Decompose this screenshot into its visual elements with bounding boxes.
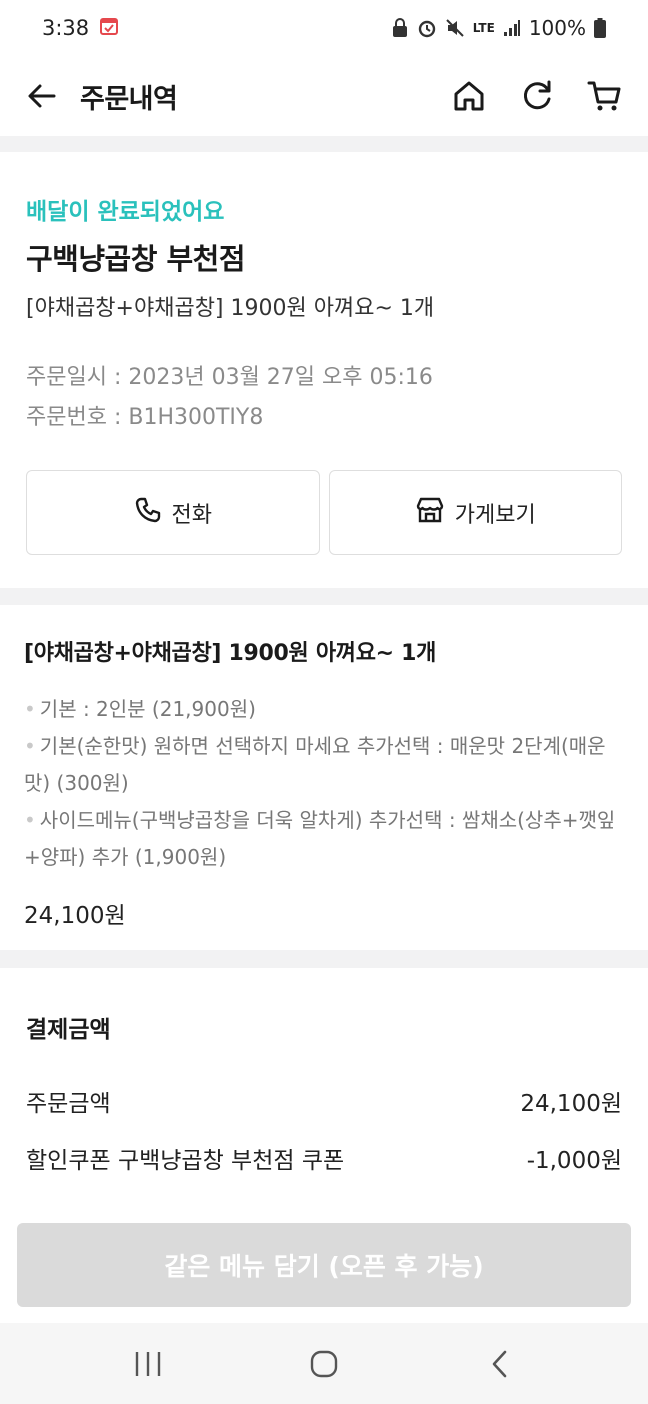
- view-store-button[interactable]: 가게보기: [328, 470, 622, 555]
- order-number: 주문번호 : B1H300TIY8: [26, 405, 264, 430]
- section-divider: [0, 136, 648, 152]
- battery-level: 100%: [528, 16, 586, 40]
- phone-icon: [134, 496, 162, 530]
- alarm-icon: [417, 18, 437, 38]
- menu-option: • 기본(순한맛) 원하면 선택하지 마세요 추가선택 : 매운맛 2단계(매운맛…: [24, 734, 606, 795]
- menu-detail-card: [야채곱창+야채곱창] 1900원 아껴요~ 1개 • 기본 : 2인분 (21,…: [0, 605, 648, 950]
- payment-row-label: 주문금액: [26, 1090, 111, 1117]
- back-nav-icon[interactable]: [470, 1339, 530, 1389]
- section-divider: [0, 950, 648, 968]
- reorder-button[interactable]: 같은 메뉴 담기 (오픈 후 가능): [17, 1223, 631, 1307]
- order-date: 주문일시 : 2023년 03월 27일 오후 05:16: [26, 365, 433, 390]
- cart-icon[interactable]: [584, 75, 626, 117]
- call-button-label: 전화: [171, 502, 212, 528]
- order-summary-card: 배달이 완료되었어요 구백냥곱창 부천점 [야채곱창+야채곱창] 1900원 아…: [0, 152, 648, 588]
- payment-row-value: 24,100원: [520, 1090, 622, 1117]
- payment-title: 결제금액: [26, 1017, 111, 1043]
- lock-icon: [391, 18, 409, 38]
- calendar-icon: [99, 16, 119, 41]
- payment-row-value: -1,000원: [526, 1147, 622, 1174]
- back-arrow-icon[interactable]: [22, 76, 62, 116]
- payment-row: 할인쿠폰 구백냥곱창 부천점 쿠폰 -1,000원: [26, 1129, 622, 1186]
- payment-row-label: 할인쿠폰 구백냥곱창 부천점 쿠폰: [26, 1147, 345, 1174]
- app-bar: 주문내역: [0, 56, 648, 136]
- page-title: 주문내역: [80, 83, 178, 115]
- battery-icon: [594, 18, 606, 38]
- store-icon: [415, 496, 445, 530]
- network-type: LTE: [472, 21, 495, 35]
- refresh-icon[interactable]: [516, 75, 558, 117]
- recent-apps-icon[interactable]: [118, 1339, 178, 1389]
- menu-summary: [야채곱창+야채곱창] 1900원 아껴요~ 1개: [26, 296, 435, 321]
- payment-card: 결제금액 주문금액 24,100원 할인쿠폰 구백냥곱창 부천점 쿠폰 -1,0…: [0, 968, 648, 1218]
- status-time: 3:38: [42, 16, 90, 40]
- menu-item-title: [야채곱창+야채곱창] 1900원 아껴요~ 1개: [24, 641, 437, 666]
- call-button[interactable]: 전화: [26, 470, 320, 555]
- home-button-icon[interactable]: [294, 1339, 354, 1389]
- menu-item-price: 24,100원: [24, 903, 126, 929]
- payment-row: 주문금액 24,100원: [26, 1072, 622, 1129]
- menu-option: • 사이드메뉴(구백냥곱창을 더욱 알차게) 추가선택 : 쌈채소(상추+깻잎+양…: [24, 808, 616, 869]
- menu-option: • 기본 : 2인분 (21,900원): [24, 697, 256, 721]
- home-icon[interactable]: [448, 75, 490, 117]
- signal-icon: [503, 19, 521, 37]
- view-store-button-label: 가게보기: [454, 502, 536, 528]
- mute-icon: [445, 18, 465, 38]
- status-bar: 3:38 LTE 100%: [0, 0, 648, 56]
- delivery-status: 배달이 완료되었어요: [26, 199, 225, 225]
- store-name[interactable]: 구백냥곱창 부천점: [26, 236, 622, 278]
- bottom-action-bar: 같은 메뉴 담기 (오픈 후 가능): [0, 1205, 648, 1323]
- section-divider: [0, 588, 648, 605]
- system-nav-bar: [0, 1323, 648, 1404]
